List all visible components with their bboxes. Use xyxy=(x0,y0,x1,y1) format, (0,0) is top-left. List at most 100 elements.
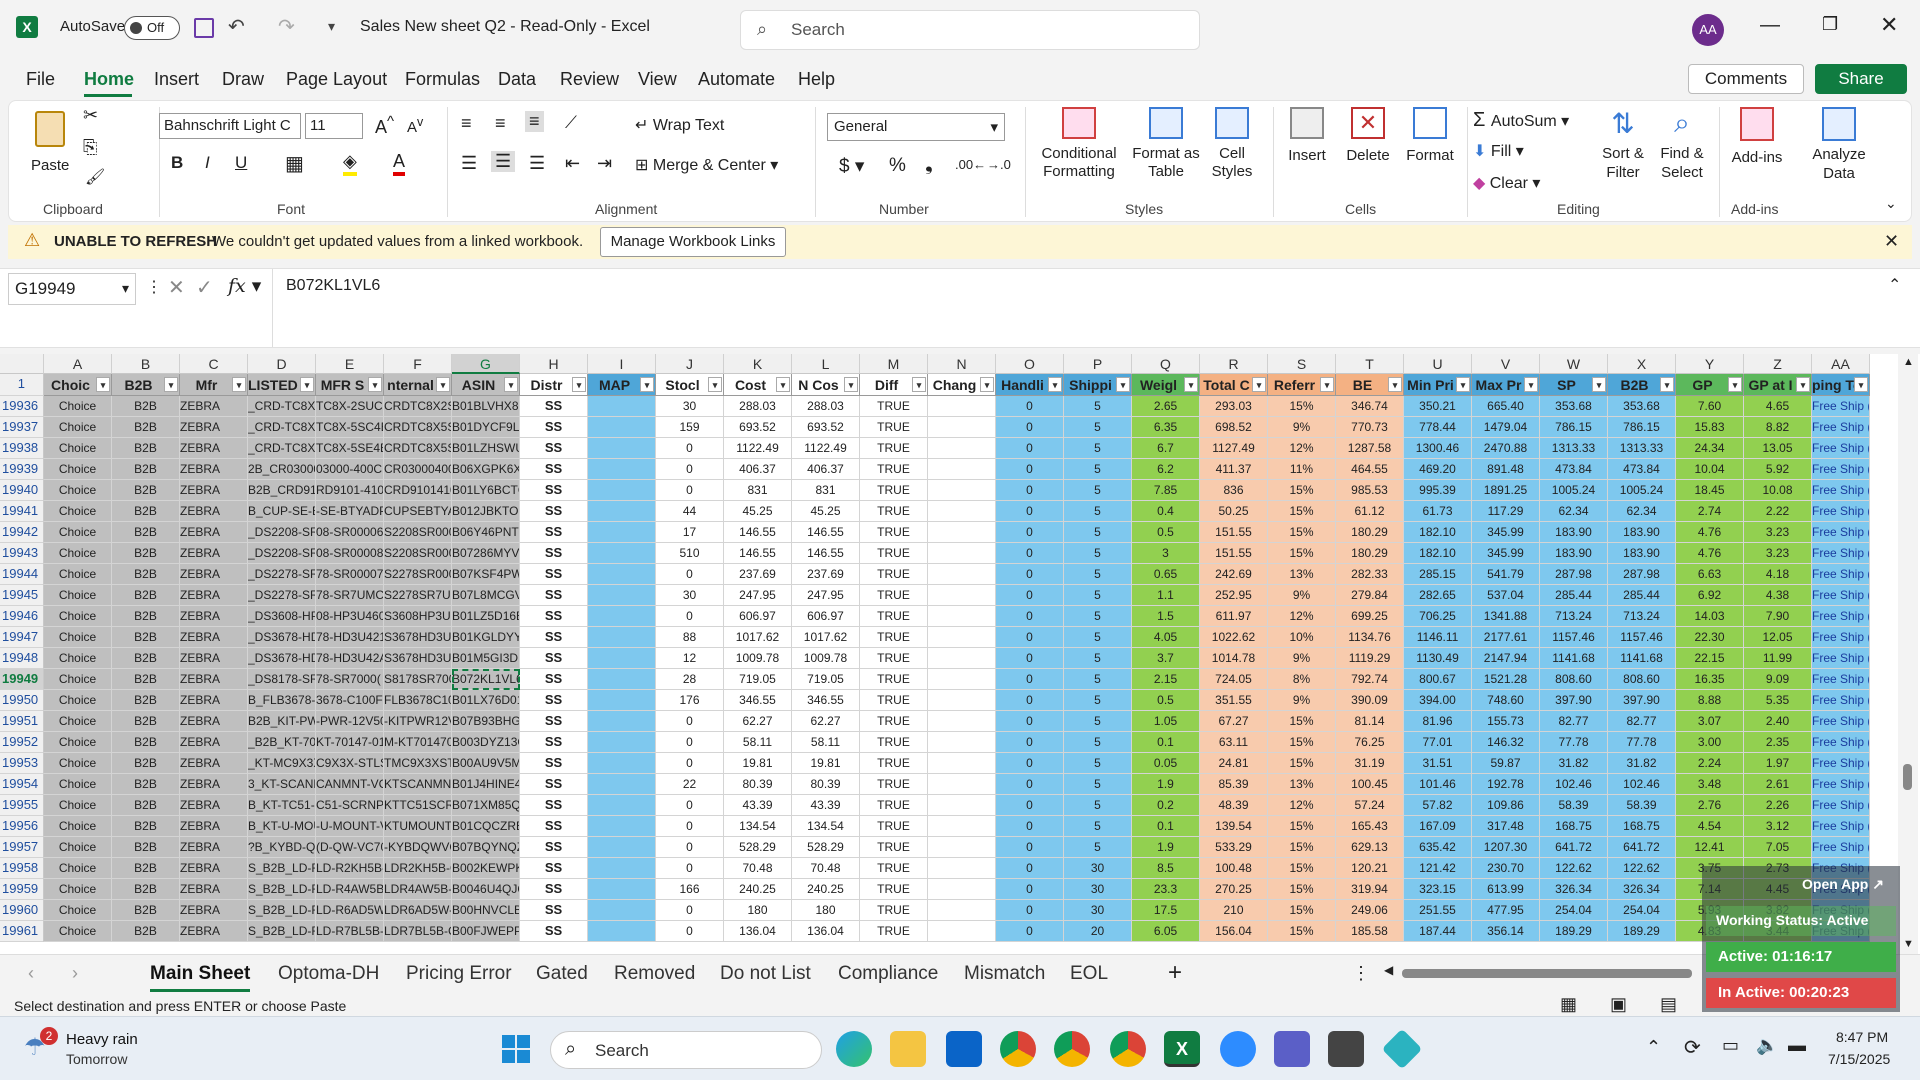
table-cell[interactable]: B01LY6BCTQ xyxy=(452,480,520,501)
table-cell[interactable]: ?B_KYBD-QW-VC7 xyxy=(248,837,316,858)
table-cell[interactable]: 1014.78 xyxy=(1200,648,1268,669)
table-cell[interactable]: 10% xyxy=(1268,627,1336,648)
table-cell[interactable]: B06Y46PNTG xyxy=(452,522,520,543)
table-cell[interactable]: SS xyxy=(520,774,588,795)
table-cell[interactable]: 45.25 xyxy=(792,501,860,522)
table-cell[interactable]: 251.55 xyxy=(1404,900,1472,921)
table-cell[interactable]: TMC9X3XSTL xyxy=(384,753,452,774)
table-cell[interactable] xyxy=(928,774,996,795)
table-cell[interactable]: 3.00 xyxy=(1676,732,1744,753)
table-cell[interactable]: 353.68 xyxy=(1540,396,1608,417)
table-cell[interactable]: B01LZHSWUF xyxy=(452,438,520,459)
filter-dropdown-icon[interactable]: ▾ xyxy=(1592,377,1606,392)
table-cell[interactable]: TRUE xyxy=(860,690,928,711)
table-cell[interactable]: 323.15 xyxy=(1404,879,1472,900)
table-cell[interactable]: 7.85 xyxy=(1132,480,1200,501)
table-cell[interactable]: 81.14 xyxy=(1336,711,1404,732)
table-cell[interactable]: Choice xyxy=(44,606,112,627)
column-header[interactable]: N xyxy=(928,354,996,374)
table-cell[interactable]: 165.43 xyxy=(1336,816,1404,837)
column-header[interactable]: V xyxy=(1472,354,1540,374)
table-cell[interactable]: 836 xyxy=(1200,480,1268,501)
next-sheet-icon[interactable]: › xyxy=(72,963,78,984)
page-layout-view-icon[interactable]: ▣ xyxy=(1610,994,1627,1015)
filter-dropdown-icon[interactable]: ▾ xyxy=(980,377,994,392)
table-cell[interactable]: Choice xyxy=(44,900,112,921)
format-as-table-button[interactable]: Format as Table xyxy=(1131,107,1201,197)
table-cell[interactable]: 78-SR7000( xyxy=(316,669,384,690)
table-cell[interactable]: 08-HP3U460 xyxy=(316,606,384,627)
filter-dropdown-icon[interactable]: ▾ xyxy=(300,377,314,392)
table-cell[interactable]: TRUE xyxy=(860,585,928,606)
table-cell[interactable]: 995.39 xyxy=(1404,480,1472,501)
table-cell[interactable] xyxy=(588,606,656,627)
table-cell[interactable]: 24.81 xyxy=(1200,753,1268,774)
increase-indent-icon[interactable]: ⇥ xyxy=(597,153,612,174)
minimize-icon[interactable]: — xyxy=(1760,14,1780,37)
sheet-tab-gated[interactable]: Gated xyxy=(536,963,588,985)
fill-color-icon[interactable]: ◈ xyxy=(343,151,357,176)
table-cell[interactable]: 713.24 xyxy=(1540,606,1608,627)
align-middle-icon[interactable]: ≡ xyxy=(495,113,506,134)
table-cell[interactable]: 61.73 xyxy=(1404,501,1472,522)
table-cell[interactable] xyxy=(928,711,996,732)
filter-header-cell[interactable]: Choic ▾ xyxy=(44,374,112,396)
menu-view[interactable]: View xyxy=(638,69,677,90)
table-cell[interactable]: Free Ship ( xyxy=(1812,711,1870,732)
table-cell[interactable]: 100.48 xyxy=(1200,858,1268,879)
table-cell[interactable]: 9% xyxy=(1268,585,1336,606)
table-cell[interactable]: 1.9 xyxy=(1132,774,1200,795)
table-cell[interactable]: 786.15 xyxy=(1540,417,1608,438)
table-cell[interactable]: 1.5 xyxy=(1132,606,1200,627)
table-cell[interactable]: B003DYZ13G xyxy=(452,732,520,753)
table-cell[interactable] xyxy=(928,795,996,816)
table-cell[interactable] xyxy=(588,564,656,585)
table-cell[interactable]: ZEBRA xyxy=(180,690,248,711)
table-cell[interactable]: S3678HD3U4 xyxy=(384,627,452,648)
table-cell[interactable]: ZEBRA xyxy=(180,648,248,669)
table-cell[interactable]: SS xyxy=(520,669,588,690)
filter-dropdown-icon[interactable]: ▾ xyxy=(1184,377,1198,392)
table-cell[interactable]: B07B93BHGW xyxy=(452,711,520,732)
table-cell[interactable]: 287.98 xyxy=(1540,564,1608,585)
table-cell[interactable]: 698.52 xyxy=(1200,417,1268,438)
table-cell[interactable] xyxy=(928,480,996,501)
filter-dropdown-icon[interactable]: ▾ xyxy=(776,377,790,392)
table-cell[interactable]: 0.5 xyxy=(1132,690,1200,711)
number-format-select[interactable]: General ▾ xyxy=(827,113,1005,141)
table-cell[interactable]: CR03000400 xyxy=(384,459,452,480)
table-cell[interactable]: 15% xyxy=(1268,753,1336,774)
table-cell[interactable]: B01KGLDYYG xyxy=(452,627,520,648)
table-cell[interactable]: 1009.78 xyxy=(792,648,860,669)
table-cell[interactable]: Choice xyxy=(44,879,112,900)
table-cell[interactable]: Free Ship ( xyxy=(1812,606,1870,627)
table-cell[interactable]: Choice xyxy=(44,564,112,585)
table-cell[interactable]: 1.97 xyxy=(1744,753,1812,774)
table-cell[interactable]: B2B xyxy=(112,627,180,648)
table-cell[interactable]: 146.55 xyxy=(792,543,860,564)
table-cell[interactable]: 6.63 xyxy=(1676,564,1744,585)
table-cell[interactable]: SS xyxy=(520,396,588,417)
table-cell[interactable]: 0 xyxy=(996,627,1064,648)
collapse-formula-icon[interactable]: ⌃ xyxy=(1888,275,1901,295)
table-cell[interactable]: RD9101-410E xyxy=(316,480,384,501)
table-cell[interactable]: 1119.29 xyxy=(1336,648,1404,669)
table-cell[interactable]: 891.48 xyxy=(1472,459,1540,480)
table-cell[interactable]: SS xyxy=(520,837,588,858)
table-cell[interactable]: SS xyxy=(520,690,588,711)
table-cell[interactable]: 2.35 xyxy=(1744,732,1812,753)
table-cell[interactable] xyxy=(588,438,656,459)
table-cell[interactable]: ZEBRA xyxy=(180,816,248,837)
table-cell[interactable] xyxy=(588,816,656,837)
table-cell[interactable]: 183.90 xyxy=(1540,543,1608,564)
table-cell[interactable]: Choice xyxy=(44,669,112,690)
table-cell[interactable] xyxy=(928,543,996,564)
column-header[interactable]: U xyxy=(1404,354,1472,374)
table-cell[interactable]: 3.12 xyxy=(1744,816,1812,837)
table-cell[interactable]: 180 xyxy=(724,900,792,921)
table-cell[interactable]: 77.78 xyxy=(1608,732,1676,753)
table-cell[interactable]: 641.72 xyxy=(1540,837,1608,858)
table-cell[interactable]: 3.48 xyxy=(1676,774,1744,795)
table-cell[interactable]: Free Ship ( xyxy=(1812,669,1870,690)
table-cell[interactable]: ZEBRA xyxy=(180,837,248,858)
